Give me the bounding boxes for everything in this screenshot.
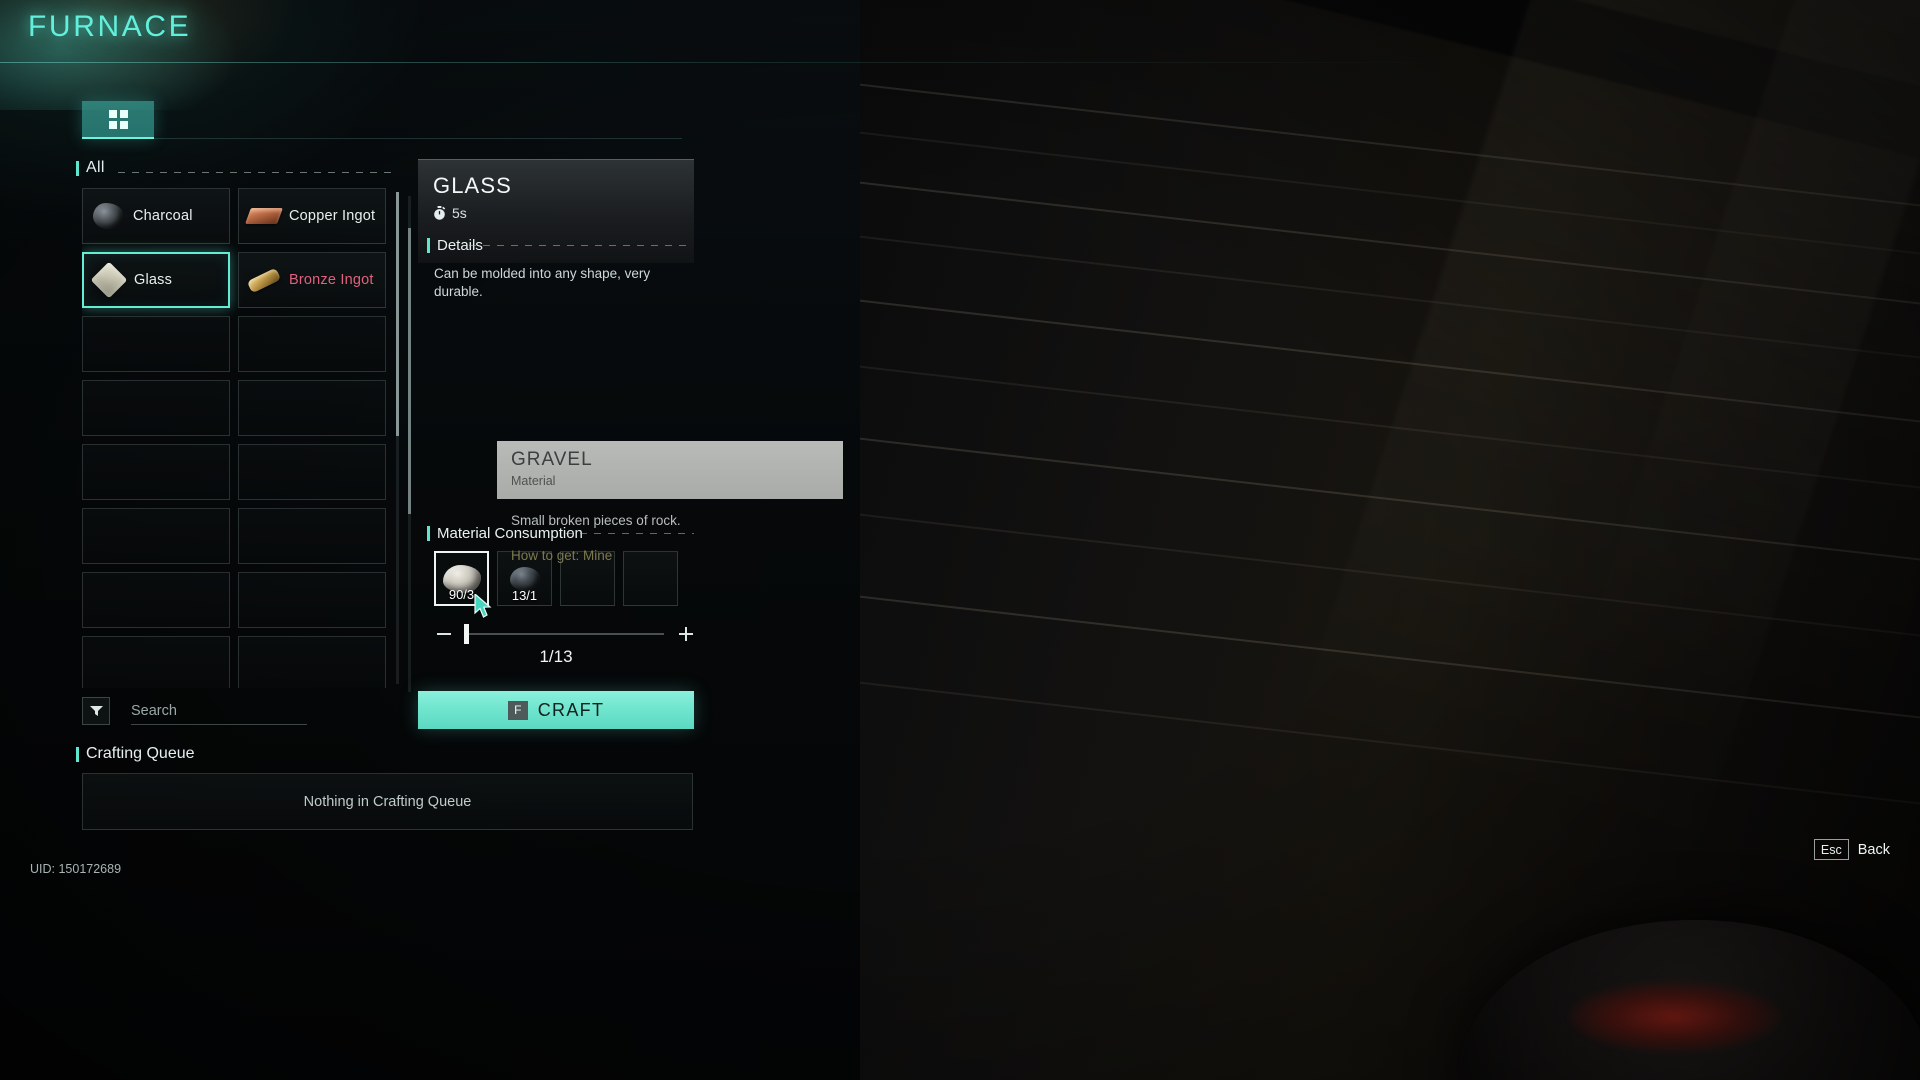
wall-plank [860, 352, 1920, 512]
recipe-slot-empty [82, 636, 230, 688]
quantity-decrement-button[interactable] [434, 624, 454, 644]
recipe-slot-glass[interactable]: Glass [82, 252, 230, 308]
recipe-slot-empty [82, 444, 230, 500]
wall-plank [860, 286, 1920, 446]
material-slot-row: 90/3 13/1 [434, 551, 678, 606]
stopwatch-icon [433, 206, 446, 220]
category-dashed-rule [118, 172, 394, 173]
wall-plank [860, 70, 1920, 230]
grid-icon [109, 110, 128, 129]
background-environment [860, 0, 1920, 1080]
recipe-slot-empty [82, 380, 230, 436]
material-dashed-rule [566, 533, 694, 534]
wall-plank [860, 582, 1920, 742]
category-heading: All [76, 157, 396, 179]
ceiling-beam [908, 0, 1920, 172]
material-consumption-label: Material Consumption [437, 525, 583, 542]
recipe-slot-empty [238, 636, 386, 688]
light-shaft [1103, 0, 1920, 1080]
furnace-cauldron [1460, 920, 1920, 1080]
details-dashed-rule [469, 245, 693, 246]
search-box[interactable] [131, 697, 307, 725]
recipe-slot-empty [238, 380, 386, 436]
bronze-icon [247, 263, 281, 297]
craft-key-badge: F [508, 701, 528, 720]
recipe-slot-empty [82, 508, 230, 564]
charcoal-icon [91, 199, 125, 233]
back-hint[interactable]: Esc Back [1814, 839, 1890, 860]
header-divider [0, 62, 1460, 63]
accent-bar-icon [427, 238, 430, 253]
wall-plank [860, 500, 1920, 660]
wall-plank [860, 668, 1920, 828]
wall-plank [860, 118, 1920, 278]
recipe-slot-empty [238, 316, 386, 372]
back-label: Back [1858, 842, 1890, 858]
material-count: 90/3 [436, 587, 487, 602]
copper-icon [247, 199, 281, 233]
environment-base [860, 0, 1920, 1080]
craft-time: 5s [433, 205, 467, 221]
quantity-value: 1/13 [418, 647, 694, 667]
glass-icon [92, 263, 126, 297]
recipe-description: Can be molded into any shape, very durab… [434, 265, 696, 301]
crafting-queue-empty-text: Nothing in Crafting Queue [304, 794, 472, 810]
esc-key-badge: Esc [1814, 839, 1849, 860]
category-label: All [86, 159, 105, 177]
detail-scrollbar-thumb[interactable] [408, 228, 411, 514]
accent-bar-icon [76, 747, 79, 762]
recipe-slot-empty [82, 316, 230, 372]
filter-button[interactable] [82, 697, 110, 725]
recipe-slot-label: Glass [134, 272, 172, 288]
craft-button-label: CRAFT [538, 700, 605, 721]
recipe-slot-charcoal[interactable]: Charcoal [82, 188, 230, 244]
quantity-slider-track[interactable] [466, 633, 664, 635]
wall-plank [860, 424, 1920, 584]
uid-label: UID: 150172689 [30, 862, 121, 876]
recipe-detail-title: GLASS [433, 173, 512, 199]
recipe-slot-label: Bronze Ingot [289, 272, 374, 288]
search-input[interactable] [131, 703, 318, 719]
accent-bar-icon [76, 161, 79, 176]
recipe-slot-bronze-ingot[interactable]: Bronze Ingot [238, 252, 386, 308]
quantity-increment-button[interactable] [676, 624, 696, 644]
coal-icon [510, 567, 540, 591]
craft-button[interactable]: F CRAFT [418, 691, 694, 729]
furnace-embers [1570, 982, 1780, 1052]
tab-strip-underline [82, 138, 682, 139]
filter-icon [90, 705, 103, 717]
quantity-slider-row [434, 623, 696, 645]
crafting-queue-panel: Nothing in Crafting Queue [82, 773, 693, 830]
crafting-queue-heading: Crafting Queue [76, 745, 195, 763]
furnace-crafting-screen: FURNACE All Charcoal Copper Ingot Glass Bro… [0, 0, 1920, 1080]
recipe-slot-empty [238, 572, 386, 628]
page-title: FURNACE [28, 10, 191, 44]
recipe-slot-label: Charcoal [133, 208, 193, 224]
tab-strip [82, 101, 722, 139]
recipe-slot-copper-ingot[interactable]: Copper Ingot [238, 188, 386, 244]
quantity-slider-handle[interactable] [464, 624, 469, 644]
material-slot-coal[interactable]: 13/1 [497, 551, 552, 606]
craft-time-value: 5s [452, 205, 467, 221]
wall-plank [860, 168, 1920, 328]
light-shaft [1380, 0, 1920, 1080]
recipe-slot-empty [238, 444, 386, 500]
wall-plank [860, 222, 1920, 382]
tab-all-recipes[interactable] [82, 101, 154, 139]
recipe-grid: Charcoal Copper Ingot Glass Bronze Ingot [82, 188, 390, 688]
accent-bar-icon [427, 526, 430, 541]
material-slot-empty [560, 551, 615, 606]
recipe-list-scrollbar-thumb[interactable] [396, 192, 399, 436]
recipe-slot-label: Copper Ingot [289, 208, 375, 224]
recipe-detail-panel: GLASS 5s Details Can be molded into any … [418, 159, 694, 739]
recipe-slot-empty [238, 508, 386, 564]
crafting-queue-title: Crafting Queue [86, 745, 195, 763]
material-count: 13/1 [498, 588, 551, 603]
material-slot-empty [623, 551, 678, 606]
material-slot-gravel[interactable]: 90/3 [434, 551, 489, 606]
recipe-slot-empty [82, 572, 230, 628]
